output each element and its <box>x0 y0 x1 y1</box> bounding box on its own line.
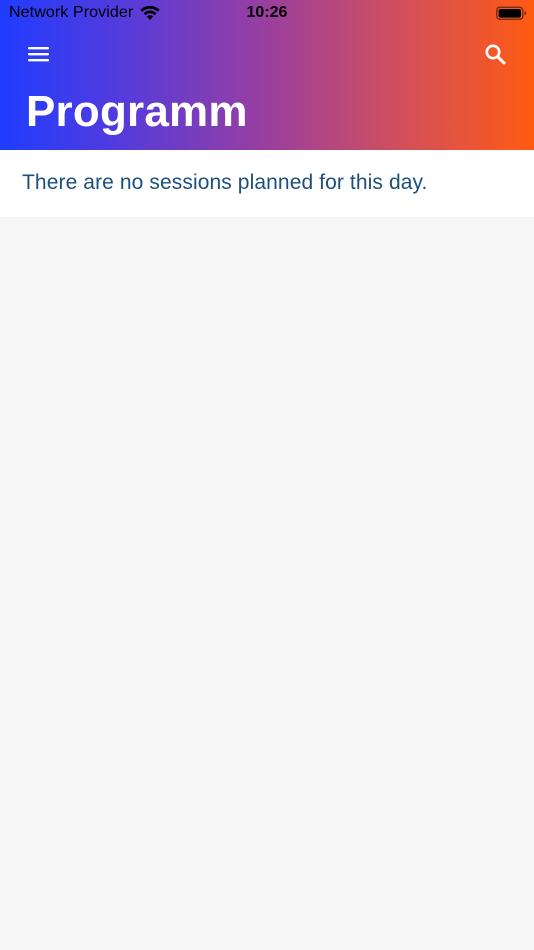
search-icon <box>476 36 514 72</box>
hamburger-menu-icon <box>20 36 58 72</box>
page-title: Programm <box>26 87 248 136</box>
status-bar: Network Provider 10:26 <box>0 0 534 28</box>
status-time: 10:26 <box>246 4 288 21</box>
menu-button[interactable] <box>20 36 58 72</box>
battery-icon <box>496 5 527 21</box>
app-header: Network Provider 10:26 Programm <box>0 0 534 150</box>
search-button[interactable] <box>476 36 514 72</box>
empty-state-panel: There are no sessions planned for this d… <box>0 150 534 217</box>
empty-state-message: There are no sessions planned for this d… <box>22 171 428 194</box>
